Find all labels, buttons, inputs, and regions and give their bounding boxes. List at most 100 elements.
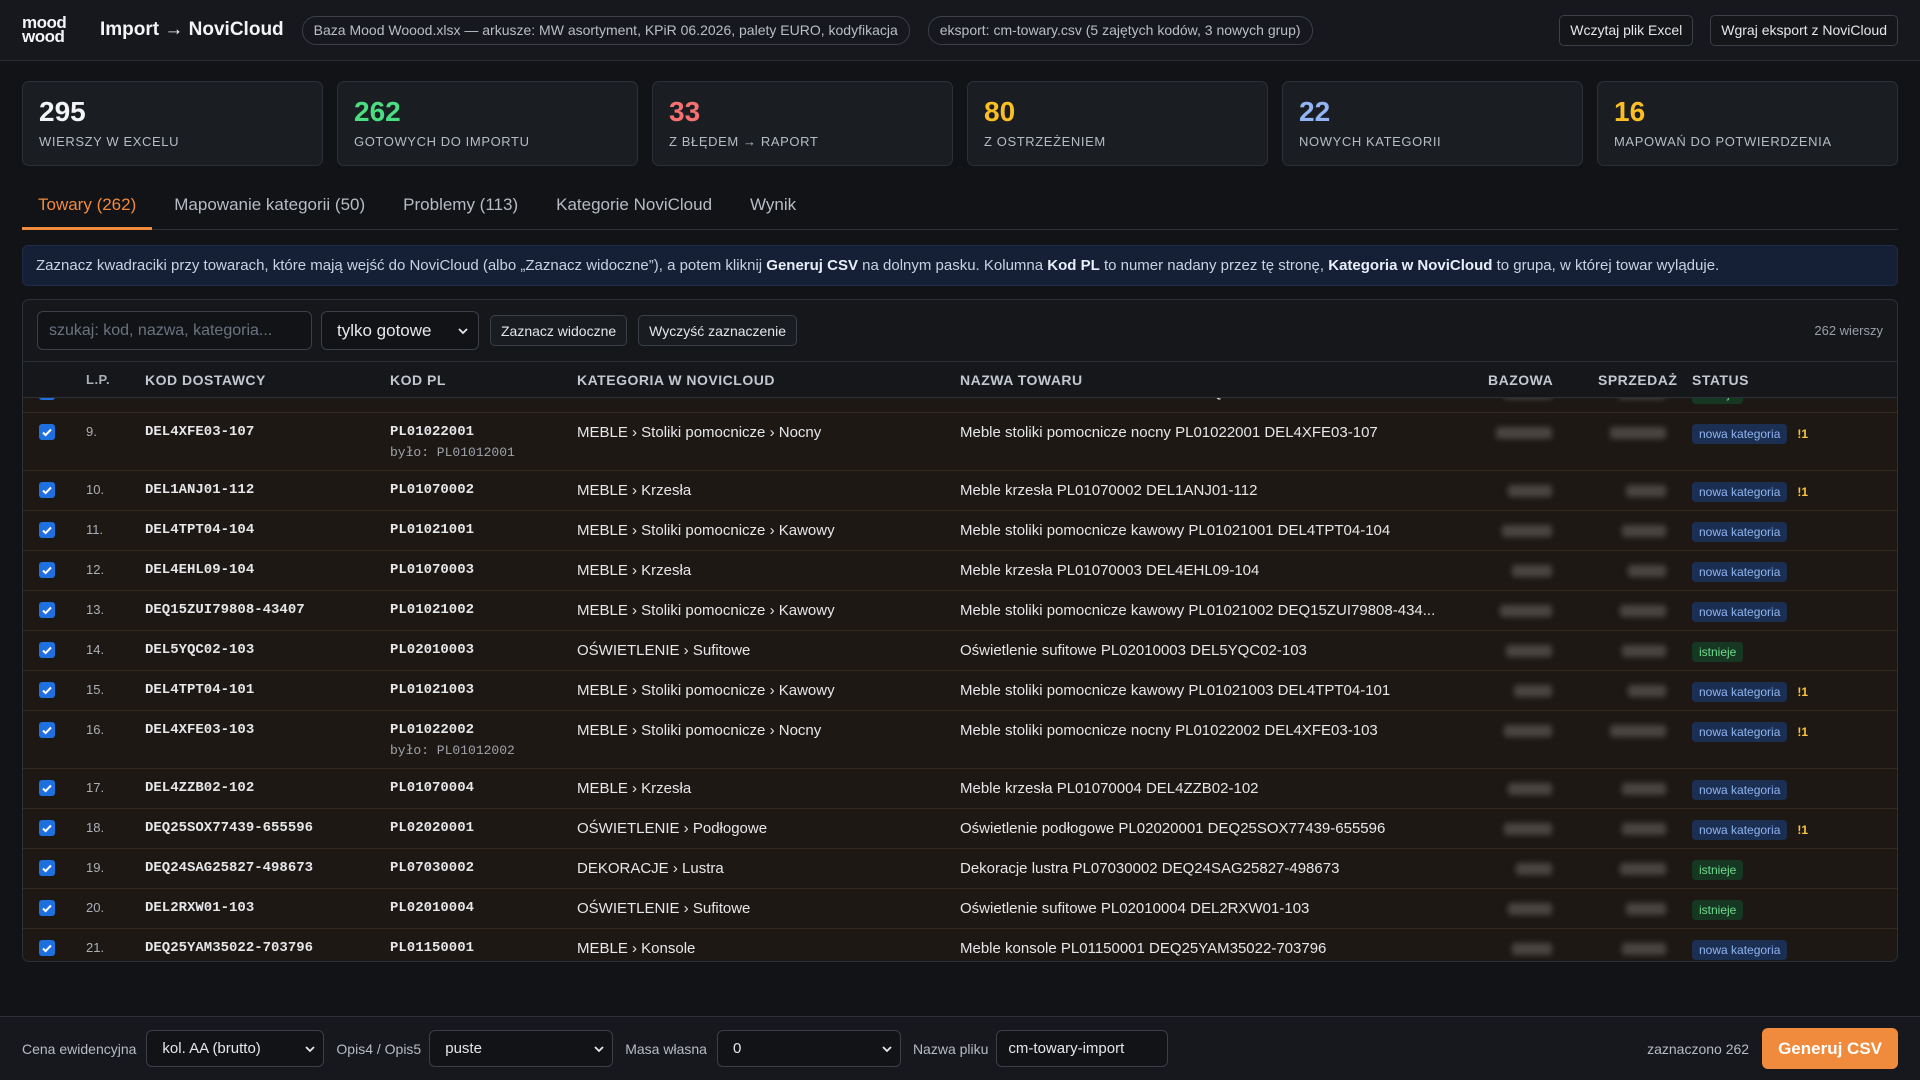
table-row[interactable]: 21. DEQ25YAM35022-703796 PL01150001 MEBLE ›… xyxy=(23,929,1897,961)
status-filter-select[interactable]: tylko gotowe xyxy=(321,311,479,350)
table-row[interactable]: 10. DEL1ANJ01-112 PL01070002 MEBLE › Krzesł… xyxy=(23,471,1897,511)
warning-marker[interactable]: !1 xyxy=(1797,485,1808,499)
row-checkbox[interactable] xyxy=(39,900,55,916)
row-pl-code: PL01021003 xyxy=(390,682,475,698)
search-input[interactable] xyxy=(37,311,312,350)
load-export-button[interactable]: Wgraj eksport z NoviCloud xyxy=(1710,14,1898,46)
header-status[interactable]: STATUS xyxy=(1692,372,1897,388)
checkmark-icon xyxy=(42,784,52,793)
table-row[interactable]: 13. DEQ15ZUI79808-43407 PL01021002 MEBLE › … xyxy=(23,591,1897,631)
tab-result[interactable]: Wynik xyxy=(734,186,812,230)
row-category: DEKORACJE › Lustra xyxy=(577,860,724,877)
row-lp: 11. xyxy=(86,522,104,537)
row-pl-code: PL02020001 xyxy=(390,820,475,836)
table-row[interactable]: 11. DEL4TPT04-104 PL01021001 MEBLE › Stolik… xyxy=(23,511,1897,551)
stat-card-rows: 295 WIERSZY W EXCELU xyxy=(22,81,323,166)
row-product-name: Meble stoliki pomocnicze kawowy PL010210… xyxy=(960,522,1391,539)
row-category: MEBLE › Krzesła xyxy=(577,482,692,499)
status-badge: istnieje xyxy=(1692,900,1744,920)
row-checkbox[interactable] xyxy=(39,722,55,738)
table-body[interactable]: 8.DEQ25EIC92212-856275PL02010002OŚWIETLE… xyxy=(23,398,1897,961)
table-row[interactable]: 9. DEL4XFE03-107 PL01022001 było: PL0101200… xyxy=(23,413,1897,471)
row-sale-price-redacted xyxy=(1626,485,1666,497)
row-sale-price-redacted xyxy=(1622,783,1666,795)
table-rows: 8.DEQ25EIC92212-856275PL02010002OŚWIETLE… xyxy=(23,398,1897,961)
tab-category-mapping[interactable]: Mapowanie kategorii (50) xyxy=(158,186,381,230)
table-row[interactable]: 18. DEQ25SOX77439-655596 PL02020001 OŚWIETL… xyxy=(23,809,1897,849)
row-checkbox[interactable] xyxy=(39,780,55,796)
opis-select[interactable]: puste xyxy=(429,1030,614,1067)
header-product-name[interactable]: NAZWA TOWARU xyxy=(960,372,1488,388)
file-name-input[interactable] xyxy=(996,1030,1169,1067)
row-checkbox[interactable] xyxy=(39,602,55,618)
row-base-price-redacted xyxy=(1508,485,1552,497)
row-supplier-code: DEQ15ZUI79808-43407 xyxy=(145,602,305,618)
row-checkbox[interactable] xyxy=(39,940,55,956)
row-cell-checkbox xyxy=(23,722,86,738)
table-row[interactable]: 16. DEL4XFE03-103 PL01022002 było: PL010120… xyxy=(23,711,1897,769)
row-supplier-code: DEL4TPT04-104 xyxy=(145,522,255,538)
tab-problems[interactable]: Problemy (113) xyxy=(387,186,534,230)
header-category[interactable]: KATEGORIA W NOVICLOUD xyxy=(577,372,960,388)
table-row[interactable]: 19. DEQ24SAG25827-498673 PL07030002 DEKORAC… xyxy=(23,849,1897,889)
row-product-name: Meble stoliki pomocnicze kawowy PL010210… xyxy=(960,682,1391,699)
row-checkbox[interactable] xyxy=(39,482,55,498)
row-cell-checkbox xyxy=(23,780,86,796)
generate-csv-button[interactable]: Generuj CSV xyxy=(1762,1028,1898,1069)
row-pl-code: PL02010004 xyxy=(390,900,475,916)
row-status-cell: nowa kategoria xyxy=(1692,522,1897,542)
info-bold-category: Kategoria w NoviCloud xyxy=(1328,257,1493,274)
warning-marker[interactable]: !1 xyxy=(1797,725,1808,739)
clear-selection-button[interactable]: Wyczyść zaznaczenie xyxy=(638,315,797,346)
row-base-price-cell xyxy=(1488,522,1598,541)
header-sale-price[interactable]: SPRZEDAŻ xyxy=(1598,372,1692,388)
row-checkbox[interactable] xyxy=(39,860,55,876)
row-checkbox[interactable] xyxy=(39,562,55,578)
mass-select[interactable]: 0 xyxy=(716,1030,901,1067)
top-bar: mood wood Import → NoviCloud Baza Mood W… xyxy=(0,0,1920,61)
row-pl-code: PL01070003 xyxy=(390,562,475,578)
row-product-name: Meble stoliki pomocnicze kawowy PL010210… xyxy=(960,602,1436,619)
table-row[interactable]: 14. DEL5YQC02-103 PL02010003 OŚWIETLENIE › … xyxy=(23,631,1897,671)
row-sale-price-cell xyxy=(1598,482,1692,501)
header-pl-code[interactable]: KOD PL xyxy=(390,372,577,388)
row-checkbox[interactable] xyxy=(39,682,55,698)
row-category: OŚWIETLENIE › Sufitowe xyxy=(577,642,751,659)
header-supplier-code[interactable]: KOD DOSTAWCY xyxy=(145,372,390,388)
table-row[interactable]: 12. DEL4EHL09-104 PL01070003 MEBLE › Krzesł… xyxy=(23,551,1897,591)
row-status-cell: istnieje xyxy=(1692,860,1897,880)
row-old-code: było: PL01012002 xyxy=(390,743,515,758)
row-checkbox[interactable] xyxy=(39,820,55,836)
load-excel-button[interactable]: Wczytaj plik Excel xyxy=(1559,14,1694,46)
table-row[interactable]: 20. DEL2RXW01-103 PL02010004 OŚWIETLENIE › … xyxy=(23,889,1897,929)
row-checkbox[interactable] xyxy=(39,642,55,658)
row-checkbox[interactable] xyxy=(39,424,55,440)
row-pl-code-cell: PL01070003 xyxy=(390,562,577,578)
select-visible-button[interactable]: Zaznacz widoczne xyxy=(490,315,628,346)
source-file-pill: Baza Mood Woood.xlsx — arkusze: MW asort… xyxy=(301,15,910,45)
stat-label: Z BŁĘDEM → RAPORT xyxy=(669,134,819,149)
warning-marker[interactable]: !1 xyxy=(1797,685,1808,699)
row-lp: 18. xyxy=(86,820,105,835)
tab-novicloud-categories[interactable]: Kategorie NoviCloud xyxy=(540,186,728,230)
warning-marker[interactable]: !1 xyxy=(1797,823,1808,837)
row-checkbox[interactable] xyxy=(39,522,55,538)
row-cell-checkbox xyxy=(23,562,86,578)
row-pl-code: PL01022002 xyxy=(390,722,475,738)
checkmark-icon xyxy=(42,824,52,833)
status-badge: nowa kategoria xyxy=(1692,780,1788,800)
table-row[interactable]: 15. DEL4TPT04-101 PL01021003 MEBLE › Stolik… xyxy=(23,671,1897,711)
row-base-price-redacted xyxy=(1512,565,1552,577)
table-row[interactable]: 8.DEQ25EIC92212-856275PL02010002OŚWIETLE… xyxy=(23,398,1897,413)
row-checkbox[interactable] xyxy=(39,398,55,400)
row-lp: 14. xyxy=(86,642,105,657)
table-row[interactable]: 17. DEL4ZZB02-102 PL01070004 MEBLE › Krzesł… xyxy=(23,769,1897,809)
header-base-price[interactable]: BAZOWA xyxy=(1488,372,1598,388)
row-cell-checkbox xyxy=(23,522,86,538)
price-column-select[interactable]: kol. AA (brutto) xyxy=(146,1030,325,1067)
tab-products[interactable]: Towary (262) xyxy=(22,186,153,230)
header-lp[interactable]: L.P. xyxy=(86,372,145,387)
warning-marker[interactable]: !1 xyxy=(1797,427,1808,441)
row-base-price-cell xyxy=(1488,900,1598,919)
row-base-price-redacted xyxy=(1502,525,1552,537)
